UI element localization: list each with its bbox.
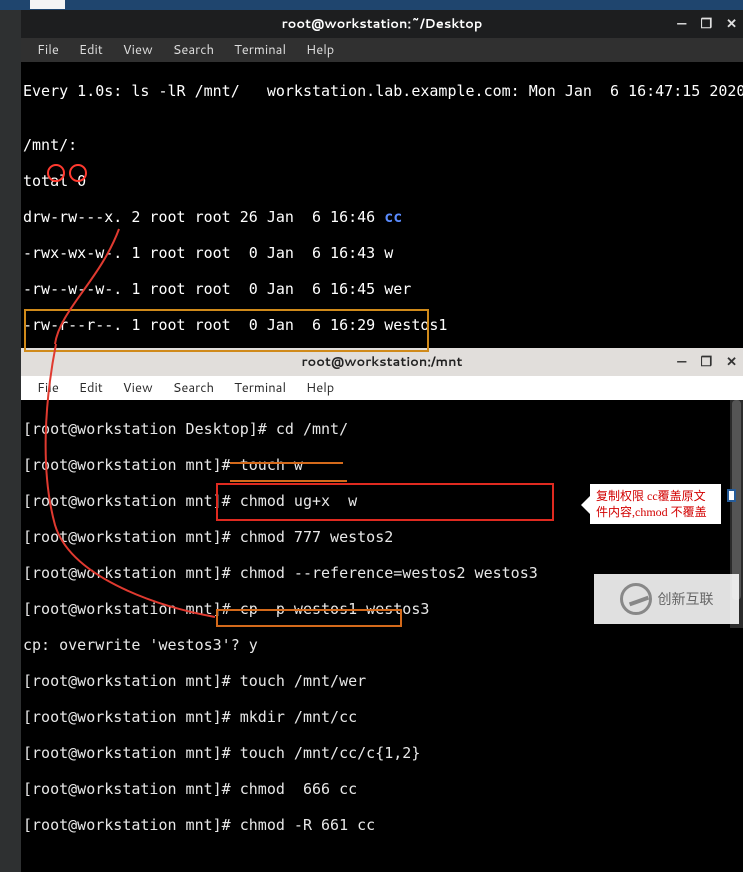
menu-help[interactable]: Help bbox=[296, 377, 344, 399]
menubar-1: File Edit View Search Terminal Help bbox=[21, 38, 743, 62]
output-line: [root@workstation mnt]# mkdir /mnt/cc bbox=[23, 708, 741, 726]
menu-terminal[interactable]: Terminal bbox=[224, 39, 296, 61]
window-title-2: root@workstation:/mnt bbox=[301, 353, 462, 371]
menu-edit[interactable]: Edit bbox=[69, 39, 113, 61]
output-line: [root@workstation Desktop]# cd /mnt/ bbox=[23, 420, 741, 438]
watermark-logo-icon bbox=[620, 583, 652, 615]
output-line: -rwx-wx-w-. 1 root root 0 Jan 6 16:43 w bbox=[23, 244, 741, 262]
window-controls-2: — ❐ ✕ bbox=[677, 353, 737, 371]
output-line: Every 1.0s: ls -lR /mnt/ workstation.lab… bbox=[23, 82, 741, 100]
annotation-blue-mark bbox=[727, 489, 736, 502]
background-strip bbox=[0, 0, 743, 10]
output-line: cp: overwrite 'westos3'? y bbox=[23, 636, 741, 654]
background-strip-white bbox=[30, 0, 65, 9]
menu-help[interactable]: Help bbox=[296, 39, 344, 61]
output-line: /mnt/: bbox=[23, 136, 741, 154]
menu-edit[interactable]: Edit bbox=[69, 377, 113, 399]
output-line: [root@workstation mnt]# touch /mnt/cc/c{… bbox=[23, 744, 741, 762]
maximize-button[interactable]: ❐ bbox=[700, 353, 712, 371]
menu-view[interactable]: View bbox=[113, 377, 163, 399]
close-button[interactable]: ✕ bbox=[726, 15, 737, 33]
menu-terminal[interactable]: Terminal bbox=[224, 377, 296, 399]
output-line: [root@workstation mnt]# touch /mnt/wer bbox=[23, 672, 741, 690]
callout-line1: 复制权限 cc覆盖原文 bbox=[596, 488, 715, 504]
minimize-button[interactable]: — bbox=[677, 15, 686, 33]
output-line: total 0 bbox=[23, 172, 741, 190]
annotation-callout: 复制权限 cc覆盖原文 件内容,chmod 不覆盖 bbox=[588, 482, 723, 526]
watermark: 创新互联 bbox=[594, 574, 739, 624]
output-line: [root@workstation mnt]# touch w bbox=[23, 456, 741, 474]
menu-file[interactable]: File bbox=[27, 39, 69, 61]
menu-view[interactable]: View bbox=[113, 39, 163, 61]
menu-file[interactable]: File bbox=[27, 377, 69, 399]
output-line: [root@workstation mnt]# chmod 777 westos… bbox=[23, 528, 741, 546]
watermark-text: 创新互联 bbox=[658, 589, 714, 609]
window-title-1: root@workstation:~/Desktop bbox=[282, 15, 483, 33]
callout-line2: 件内容,chmod 不覆盖 bbox=[596, 504, 715, 520]
terminal-window-1: root@workstation:~/Desktop — ❐ ✕ File Ed… bbox=[21, 10, 743, 349]
titlebar-1[interactable]: root@workstation:~/Desktop — ❐ ✕ bbox=[21, 10, 743, 38]
menubar-2: File Edit View Search Terminal Help bbox=[21, 376, 743, 400]
output-line: drw-rw---x. 2 root root 26 Jan 6 16:46 c… bbox=[23, 208, 741, 226]
output-line: [root@workstation mnt]# chmod 666 cc bbox=[23, 780, 741, 798]
minimize-button[interactable]: — bbox=[677, 353, 686, 371]
terminal-output-2[interactable]: [root@workstation Desktop]# cd /mnt/ [ro… bbox=[21, 400, 743, 872]
titlebar-2[interactable]: root@workstation:/mnt — ❐ ✕ bbox=[21, 348, 743, 376]
output-line: -rw--w--w-. 1 root root 0 Jan 6 16:45 we… bbox=[23, 280, 741, 298]
window-controls-1: — ❐ ✕ bbox=[677, 15, 737, 33]
menu-search[interactable]: Search bbox=[163, 39, 224, 61]
menu-search[interactable]: Search bbox=[163, 377, 224, 399]
close-button[interactable]: ✕ bbox=[726, 353, 737, 371]
output-line: [root@workstation mnt]# chmod -R 661 cc bbox=[23, 816, 741, 834]
maximize-button[interactable]: ❐ bbox=[700, 15, 712, 33]
output-line: -rw-r--r--. 1 root root 0 Jan 6 16:29 we… bbox=[23, 316, 741, 334]
